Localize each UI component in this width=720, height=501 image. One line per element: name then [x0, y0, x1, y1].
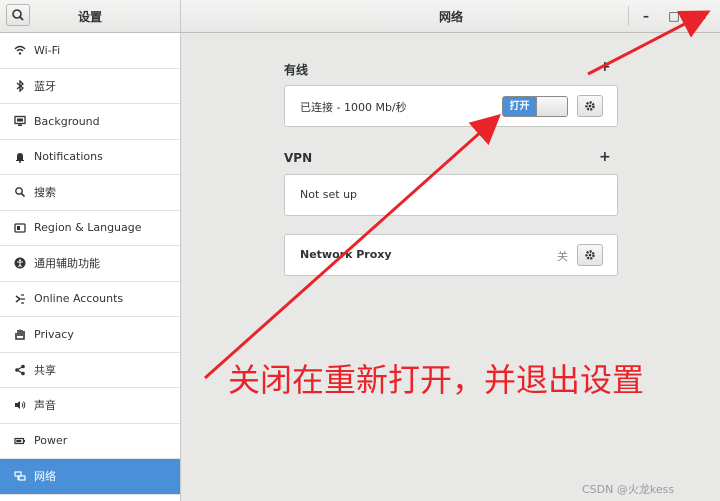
arrow-to-close [587, 10, 711, 76]
arrow-to-toggle [204, 114, 501, 380]
annotation-text: 关闭在重新打开，并退出设置 [228, 361, 645, 399]
annotation-arrows [204, 10, 711, 380]
watermark: CSDN @火龙kess [582, 483, 675, 496]
